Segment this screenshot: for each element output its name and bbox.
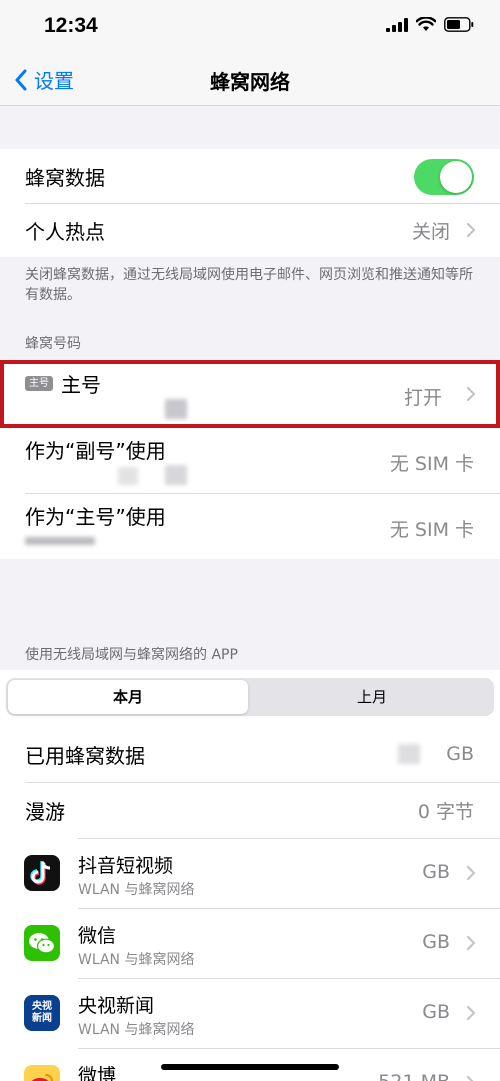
personal-hotspot-row[interactable]: 个人热点 关闭 bbox=[0, 203, 500, 257]
chevron-right-icon bbox=[466, 222, 476, 238]
status-bar: 12:34 bbox=[0, 0, 500, 52]
cellular-data-row: 蜂窝数据 bbox=[0, 149, 500, 203]
weibo-icon bbox=[24, 1065, 60, 1081]
sim-secondary-label: 作为“副号”使用 bbox=[25, 439, 166, 463]
redacted-number bbox=[165, 465, 187, 485]
sim-as-primary-label: 作为“主号”使用 bbox=[25, 505, 166, 529]
app-name: 央视新闻 bbox=[78, 995, 155, 1017]
used-cellular-value: GB bbox=[446, 743, 474, 765]
douyin-icon bbox=[24, 855, 60, 891]
chevron-right-icon bbox=[466, 1005, 476, 1021]
cellular-signal-icon bbox=[386, 17, 408, 32]
redacted-number bbox=[165, 399, 187, 419]
wifi-icon bbox=[416, 17, 436, 31]
roaming-label: 漫游 bbox=[25, 799, 65, 824]
page-title: 蜂窝网络 bbox=[210, 70, 290, 94]
redacted-value bbox=[398, 744, 420, 764]
app-name: 微博 bbox=[78, 1065, 117, 1081]
app-row-wechat[interactable]: 微信 WLAN 与蜂窝网络 GB bbox=[0, 908, 500, 978]
used-cellular-label: 已用蜂窝数据 bbox=[25, 743, 145, 768]
app-name: 微信 bbox=[78, 925, 117, 947]
roaming-value: 0 字节 bbox=[417, 800, 474, 823]
app-row-douyin[interactable]: 抖音短视频 WLAN 与蜂窝网络 GB bbox=[0, 838, 500, 908]
wechat-icon bbox=[24, 925, 60, 961]
personal-hotspot-value: 关闭 bbox=[411, 220, 450, 243]
navigation-bar: 设置 蜂窝网络 bbox=[0, 52, 500, 106]
chevron-right-icon bbox=[466, 935, 476, 951]
period-segmented-control: 本月 上月 bbox=[6, 678, 494, 716]
app-data-value: GB bbox=[422, 1001, 450, 1023]
app-data-value: 521 MB bbox=[378, 1071, 450, 1081]
sim-secondary-row: 作为“副号”使用 无 SIM 卡 bbox=[0, 427, 500, 493]
chevron-right-icon bbox=[466, 865, 476, 881]
app-row-cctv-news[interactable]: 央视 新闻 央视新闻 WLAN 与蜂窝网络 GB bbox=[0, 978, 500, 1048]
roaming-row: 漫游 0 字节 bbox=[0, 782, 500, 838]
chevron-right-icon bbox=[466, 386, 476, 402]
cctv-icon-text: 新闻 bbox=[32, 1013, 52, 1024]
usage-section-header: 使用无线局域网与蜂窝网络的 APP bbox=[25, 647, 238, 663]
battery-icon bbox=[444, 17, 474, 32]
sim-primary-value: 打开 bbox=[403, 387, 442, 409]
cellular-data-toggle[interactable] bbox=[414, 159, 474, 195]
sim-section-header: 蜂窝号码 bbox=[25, 336, 81, 352]
sim-secondary-value: 无 SIM 卡 bbox=[389, 453, 474, 475]
sim-as-primary-row: 作为“主号”使用 无 SIM 卡 bbox=[0, 493, 500, 559]
sim-group: 主号 主号 打开 作为“副号”使用 无 SIM 卡 作为“主号”使用 无 SIM… bbox=[0, 361, 500, 559]
used-cellular-row: 已用蜂窝数据 GB bbox=[0, 726, 500, 782]
status-icons bbox=[386, 17, 474, 32]
app-subtitle: WLAN 与蜂窝网络 bbox=[78, 882, 195, 898]
redacted-number bbox=[25, 537, 95, 545]
sim-badge: 主号 bbox=[25, 376, 53, 391]
cctv-icon-text: 央视 bbox=[32, 1001, 52, 1012]
app-subtitle: WLAN 与蜂窝网络 bbox=[78, 1022, 195, 1038]
usage-group: 已用蜂窝数据 GB 漫游 0 字节 抖音短视频 WLAN 与蜂窝网络 GB 微信… bbox=[0, 670, 500, 1081]
cctv-news-icon: 央视 新闻 bbox=[24, 995, 60, 1031]
app-name: 抖音短视频 bbox=[78, 855, 174, 877]
cellular-settings-group: 蜂窝数据 个人热点 关闭 bbox=[0, 149, 500, 257]
segment-last-month[interactable]: 上月 bbox=[252, 680, 492, 714]
segment-this-month[interactable]: 本月 bbox=[8, 680, 248, 714]
sim-primary-label: 主号 bbox=[61, 373, 101, 397]
personal-hotspot-label: 个人热点 bbox=[25, 219, 105, 244]
redacted-number bbox=[118, 467, 138, 485]
app-data-value: GB bbox=[422, 931, 450, 953]
sim-primary-label-wrap: 主号 主号 bbox=[25, 369, 101, 398]
status-time: 12:34 bbox=[44, 14, 98, 37]
chevron-right-icon bbox=[466, 1075, 474, 1081]
cellular-footnote: 关闭蜂窝数据，通过无线局域网使用电子邮件、网页浏览和推送通知等所有数据。 bbox=[25, 267, 473, 303]
sim-primary-row[interactable]: 主号 主号 打开 bbox=[0, 361, 500, 427]
cellular-data-label: 蜂窝数据 bbox=[25, 165, 105, 190]
sim-as-primary-value: 无 SIM 卡 bbox=[389, 519, 474, 541]
app-subtitle: WLAN 与蜂窝网络 bbox=[78, 952, 195, 968]
home-indicator[interactable] bbox=[161, 1064, 339, 1070]
app-data-value: GB bbox=[422, 861, 450, 883]
